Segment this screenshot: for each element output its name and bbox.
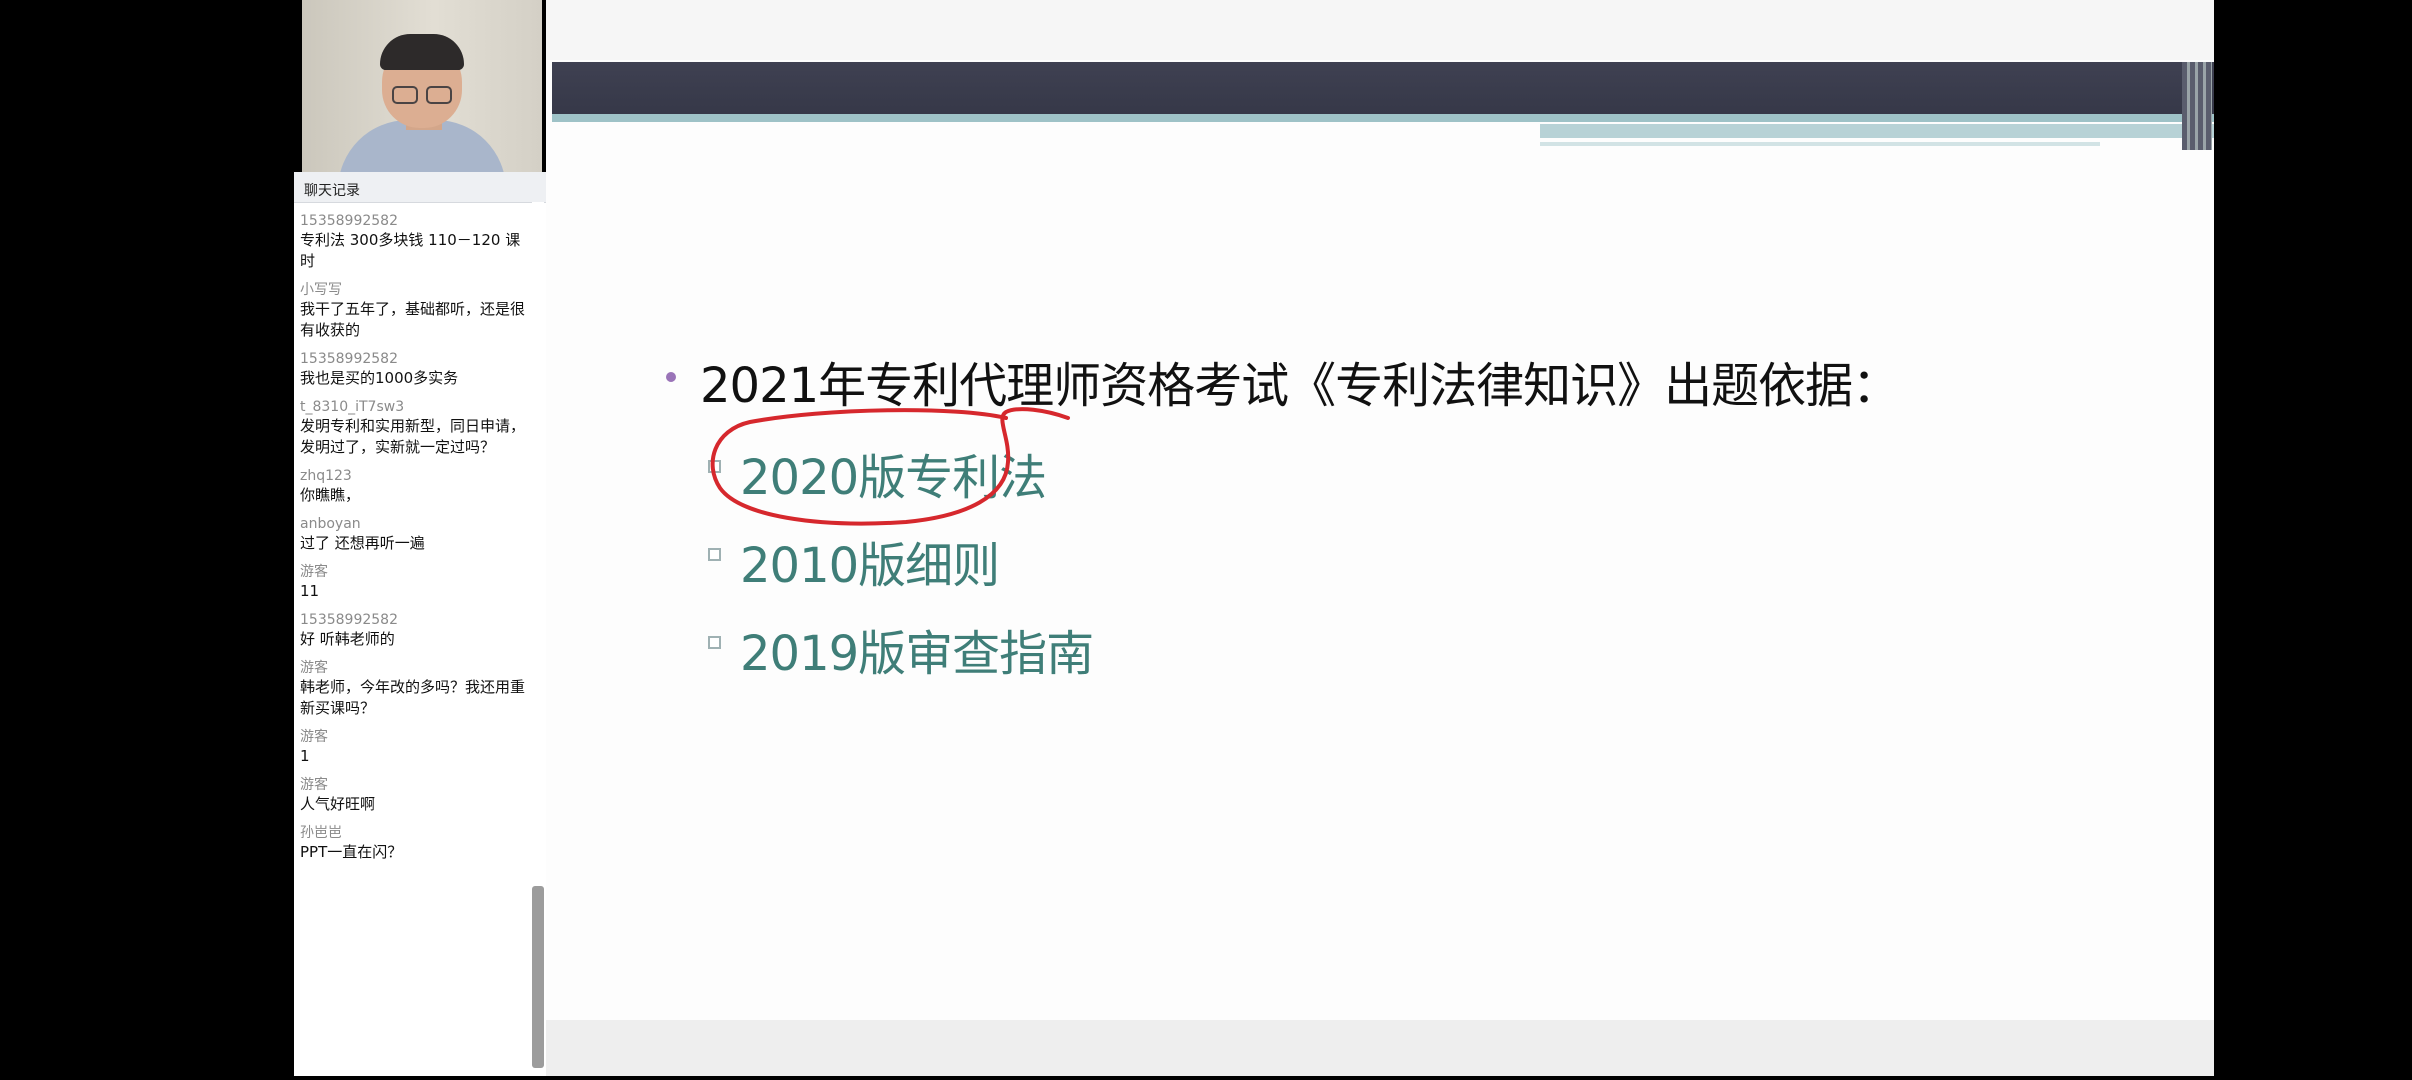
chat-username: 15358992582 xyxy=(300,213,398,229)
square-bullet-icon xyxy=(708,548,721,561)
chat-scrollbar-thumb[interactable] xyxy=(532,886,544,1068)
slide-header-accent-line xyxy=(552,114,2214,122)
glasses-left xyxy=(392,86,418,104)
red-annotation-circle xyxy=(710,407,1070,526)
chat-username: 15358992582 xyxy=(300,612,398,628)
slide-bottom-margin xyxy=(546,1020,2214,1076)
chat-username: t_8310_iT7sw3 xyxy=(300,399,405,415)
slide-header-end-stripes xyxy=(2182,62,2212,150)
slide-header-accent-stripe xyxy=(1540,124,2214,138)
chat-message: t_8310_iT7sw3 发明专利和实用新型，同日申请，发明过了，实新就一定过… xyxy=(300,398,526,458)
chat-username: 游客 xyxy=(300,564,328,580)
chat-message-list[interactable]: 15358992582 专利法 300多块钱 110－120 课时 小写写 我干… xyxy=(300,212,526,872)
chat-text: 韩老师，今年改的多吗？我还用重新买课吗？ xyxy=(300,678,526,717)
chat-text: PPT一直在闪？ xyxy=(300,843,403,861)
chat-text: 专利法 300多块钱 110－120 课时 xyxy=(300,231,521,270)
chat-header: 聊天记录 xyxy=(294,172,546,203)
chat-message: anboyan 过了 还想再听一遍 xyxy=(300,515,526,554)
chat-message: 孙岜岜 PPT一直在闪？ xyxy=(300,824,526,863)
chat-text: 我干了五年了，基础都听，还是很有收获的 xyxy=(300,300,526,339)
chat-text: 好 听韩老师的 xyxy=(300,630,395,648)
chat-text: 你瞧瞧， xyxy=(300,486,361,504)
chat-text: 我也是买的1000多实务 xyxy=(300,369,459,387)
chat-message: 小写写 我干了五年了，基础都听，还是很有收获的 xyxy=(300,281,526,341)
chat-username: 15358992582 xyxy=(300,351,398,367)
slide-header-accent-thin xyxy=(1540,142,2100,146)
square-bullet-icon xyxy=(708,636,721,649)
bullet-dot-icon xyxy=(666,372,676,382)
chat-text: 过了 还想再听一遍 xyxy=(300,534,425,552)
chat-message: 15358992582 我也是买的1000多实务 xyxy=(300,350,526,389)
chat-message: 15358992582 专利法 300多块钱 110－120 课时 xyxy=(300,212,526,272)
chat-username: zhq123 xyxy=(300,468,352,484)
chat-message: 15358992582 好 听韩老师的 xyxy=(300,611,526,650)
annotation-stroke xyxy=(710,407,1070,526)
chat-text: 发明专利和实用新型，同日申请，发明过了，实新就一定过吗？ xyxy=(300,417,526,456)
chat-text: 1 xyxy=(300,747,310,765)
chat-username: 游客 xyxy=(300,729,328,745)
chat-title: 聊天记录 xyxy=(304,183,360,199)
presentation-slide: 2021年专利代理师资格考试《专利法律知识》出题依据： 2020版专利法 201… xyxy=(546,0,2214,1076)
presenter-hair xyxy=(380,34,464,70)
glasses-right xyxy=(426,86,452,104)
chat-message: 游客 1 xyxy=(300,728,526,767)
presenter-video[interactable] xyxy=(302,0,542,172)
chat-message: 游客 韩老师，今年改的多吗？我还用重新买课吗？ xyxy=(300,659,526,719)
chat-username: 游客 xyxy=(300,777,328,793)
chat-username: anboyan xyxy=(300,516,361,532)
chat-message: 游客 11 xyxy=(300,563,526,602)
chat-panel: 聊天记录 15358992582 专利法 300多块钱 110－120 课时 小… xyxy=(294,172,546,1076)
chat-username: 游客 xyxy=(300,660,328,676)
chat-message: zhq123 你瞧瞧， xyxy=(300,467,526,506)
slide-header-bar xyxy=(552,62,2214,114)
screen: 聊天记录 15358992582 专利法 300多块钱 110－120 课时 小… xyxy=(0,0,2412,1080)
chat-username: 小写写 xyxy=(300,282,342,298)
slide-sub-item-text: 2010版细则 xyxy=(740,538,1000,594)
slide-sub-item-text: 2019版审查指南 xyxy=(740,626,1094,682)
chat-username: 孙岜岜 xyxy=(300,825,342,841)
chat-message: 游客 人气好旺啊 xyxy=(300,776,526,815)
chat-text: 11 xyxy=(300,582,320,600)
chat-text: 人气好旺啊 xyxy=(300,795,376,813)
slide-top-margin xyxy=(546,0,2214,60)
